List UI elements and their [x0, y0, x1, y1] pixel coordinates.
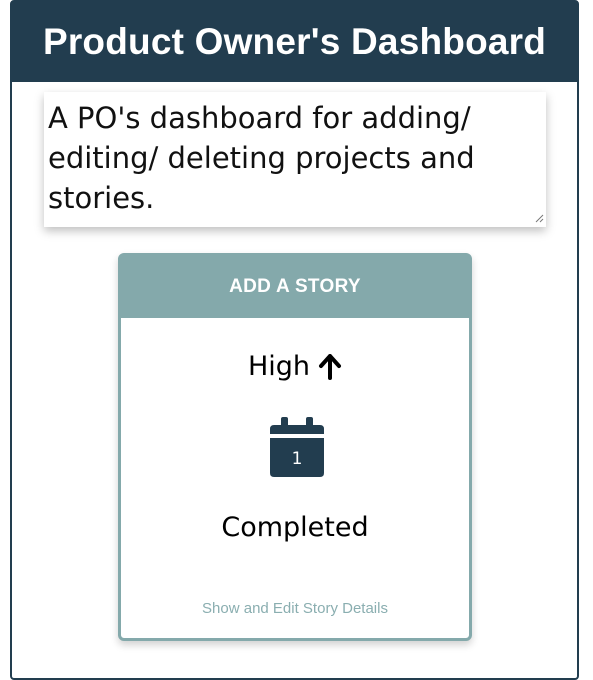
resize-grip-icon[interactable] [534, 213, 544, 223]
priority-indicator: High [121, 351, 469, 382]
show-edit-details-link[interactable]: Show and Edit Story Details [121, 600, 469, 617]
story-card: ADD A STORY High 1 Completed Show and Ed… [118, 253, 472, 641]
add-story-label: ADD A STORY [229, 276, 361, 297]
calendar-day-number: 1 [291, 449, 303, 469]
priority-label: High [247, 351, 311, 382]
description-textarea[interactable]: A PO's dashboard for adding/ editing/ de… [44, 92, 546, 227]
add-story-button[interactable]: ADD A STORY [121, 256, 469, 318]
page-title: Product Owner's Dashboard [42, 21, 547, 62]
arrow-up-icon [319, 353, 342, 380]
status-label: Completed [221, 512, 369, 543]
dashboard-frame: Product Owner's Dashboard A PO's dashboa… [10, 0, 579, 680]
dashboard-header: Product Owner's Dashboard [12, 2, 577, 82]
calendar-icon: 1 [270, 417, 324, 479]
